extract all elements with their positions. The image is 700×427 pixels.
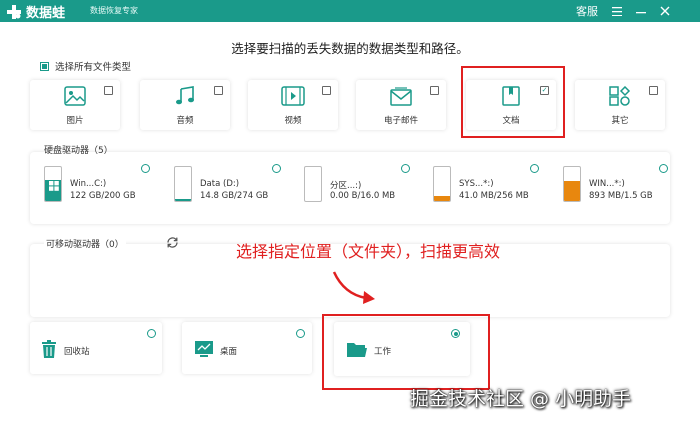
drive-name: WIN...*:) xyxy=(589,179,625,189)
location-label: 桌面 xyxy=(220,347,238,357)
app-logo: 数据蛙 xyxy=(6,2,65,21)
video-icon xyxy=(281,86,305,106)
select-all-checkbox[interactable]: 选择所有文件类型 xyxy=(40,59,131,73)
drive-name: Win...C:) xyxy=(70,179,107,189)
refresh-icon[interactable] xyxy=(166,236,179,249)
drive-radio[interactable] xyxy=(272,164,281,173)
file-type-other[interactable]: 其它 xyxy=(575,80,665,130)
menu-icon xyxy=(612,6,622,16)
file-type-email[interactable]: 电子邮件 xyxy=(356,80,446,130)
file-type-label: 音频 xyxy=(176,116,194,126)
checkbox-icon xyxy=(40,61,49,71)
work-folder-highlight-box xyxy=(322,314,490,390)
page-heading: 选择要扫描的丢失数据的数据类型和路径。 xyxy=(231,41,469,56)
desktop-icon xyxy=(195,341,213,357)
trash-icon xyxy=(42,340,56,358)
location-desktop[interactable]: 桌面 xyxy=(182,322,312,374)
file-type-audio[interactable]: 音频 xyxy=(140,80,230,130)
windows-logo-icon xyxy=(49,181,59,191)
mail-icon xyxy=(390,87,412,106)
drive-radio[interactable] xyxy=(141,164,150,173)
drive-radio[interactable] xyxy=(659,164,668,173)
removable-drive-title: 可移动驱动器（0） xyxy=(44,237,126,250)
drive-name: 分区...:) xyxy=(330,181,362,191)
annotation-arrow-icon xyxy=(332,271,375,304)
app-tagline: 数据恢复专家 xyxy=(90,6,138,15)
file-type-label: 其它 xyxy=(611,116,629,126)
drive-icon xyxy=(563,166,581,202)
document-highlight-box xyxy=(461,66,565,138)
drive-radio[interactable] xyxy=(401,164,410,173)
location-radio[interactable] xyxy=(147,329,156,338)
drive-icon xyxy=(433,166,451,202)
location-radio[interactable] xyxy=(296,329,305,338)
app-name: 数据蛙 xyxy=(26,6,66,21)
file-type-label: 图片 xyxy=(66,116,84,126)
drive-size: 41.0 MB/256 MB xyxy=(459,191,529,201)
minimize-icon xyxy=(636,11,646,13)
drive-size: 14.8 GB/274 GB xyxy=(200,191,269,201)
select-all-label: 选择所有文件类型 xyxy=(55,62,132,73)
file-type-checkbox[interactable] xyxy=(649,86,658,95)
file-type-label: 视频 xyxy=(284,116,302,126)
file-type-label: 电子邮件 xyxy=(383,116,418,126)
file-type-checkbox[interactable] xyxy=(104,86,113,95)
music-icon xyxy=(176,86,194,105)
image-icon xyxy=(64,86,86,106)
drive-icon xyxy=(304,166,322,202)
drive-size: 893 MB/1.5 GB xyxy=(589,191,653,201)
location-label: 回收站 xyxy=(64,347,90,357)
drive-size: 0.00 B/16.0 MB xyxy=(330,191,396,201)
location-recycle-bin[interactable]: 回收站 xyxy=(30,322,162,374)
close-button[interactable] xyxy=(656,2,674,20)
file-type-checkbox[interactable] xyxy=(322,86,331,95)
other-icon xyxy=(609,86,631,106)
drive-radio[interactable] xyxy=(530,164,539,173)
drive-size: 122 GB/200 GB xyxy=(70,191,136,201)
watermark-text: 掘金技术社区 @ 小明助手 xyxy=(410,388,632,410)
annotation-text: 选择指定位置（文件夹），扫描更高效 xyxy=(236,242,501,261)
drive-icon xyxy=(44,166,62,202)
logo-icon xyxy=(7,4,21,19)
file-type-checkbox[interactable] xyxy=(430,86,439,95)
close-icon xyxy=(660,6,670,16)
minimize-button[interactable] xyxy=(632,2,650,20)
drive-name: SYS...*:) xyxy=(459,179,494,189)
file-type-checkbox[interactable] xyxy=(214,86,223,95)
file-type-image[interactable]: 图片 xyxy=(30,80,120,130)
menu-button[interactable] xyxy=(608,2,626,20)
title-bar: 数据蛙 数据恢复专家 客服 xyxy=(0,0,700,22)
drive-icon xyxy=(174,166,192,202)
support-button[interactable]: 客服 xyxy=(576,3,598,19)
file-type-video[interactable]: 视频 xyxy=(248,80,338,130)
drive-name: Data (D:) xyxy=(200,179,240,189)
hard-drive-title: 硬盘驱动器（5） xyxy=(44,146,113,156)
